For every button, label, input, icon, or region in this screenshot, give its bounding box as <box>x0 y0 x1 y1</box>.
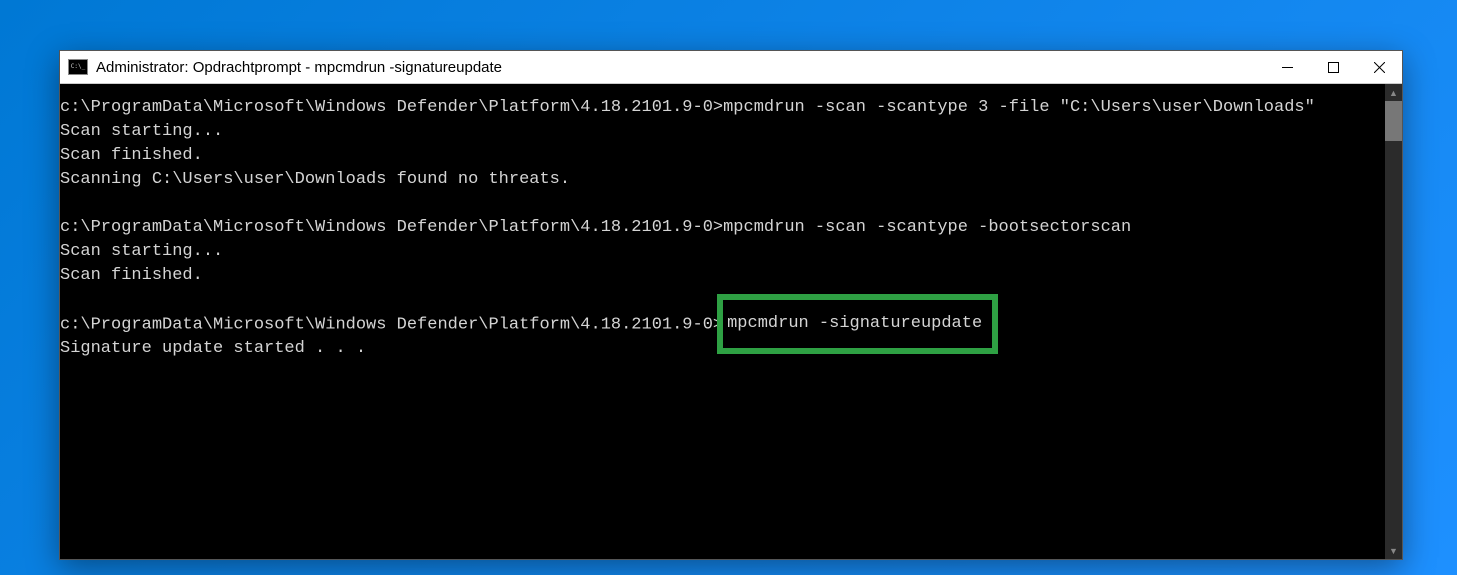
scrollbar-up-arrow-icon[interactable]: ▲ <box>1385 84 1402 101</box>
output-line: Scanning C:\Users\user\Downloads found n… <box>60 168 1385 192</box>
window-title: Administrator: Opdrachtprompt - mpcmdrun… <box>96 59 1264 76</box>
output-line: Scan finished. <box>60 264 1385 288</box>
console-output[interactable]: c:\ProgramData\Microsoft\Windows Defende… <box>60 84 1385 559</box>
prompt-path: c:\ProgramData\Microsoft\Windows Defende… <box>60 218 723 237</box>
scrollbar-thumb[interactable] <box>1385 101 1402 141</box>
window-controls <box>1264 51 1402 83</box>
output-line: Scan starting... <box>60 120 1385 144</box>
close-button[interactable] <box>1356 51 1402 83</box>
highlighted-command-box: mpcmdrun -signatureupdate <box>717 294 998 354</box>
minimize-button[interactable] <box>1264 51 1310 83</box>
cmd-icon <box>68 59 88 75</box>
command-text: mpcmdrun -scan -scantype -bootsectorscan <box>723 218 1131 237</box>
console-body: c:\ProgramData\Microsoft\Windows Defende… <box>60 84 1402 559</box>
output-line: Scan finished. <box>60 144 1385 168</box>
prompt-path: c:\ProgramData\Microsoft\Windows Defende… <box>60 98 723 117</box>
scrollbar-down-arrow-icon[interactable]: ▼ <box>1385 542 1402 559</box>
output-line: Scan starting... <box>60 240 1385 264</box>
command-text: mpcmdrun -signatureupdate <box>727 314 982 333</box>
maximize-button[interactable] <box>1310 51 1356 83</box>
prompt-path: c:\ProgramData\Microsoft\Windows Defende… <box>60 315 723 334</box>
command-prompt-window: Administrator: Opdrachtprompt - mpcmdrun… <box>59 50 1403 560</box>
vertical-scrollbar[interactable]: ▲ ▼ <box>1385 84 1402 559</box>
command-text: mpcmdrun -scan -scantype 3 -file "C:\Use… <box>723 98 1315 117</box>
titlebar[interactable]: Administrator: Opdrachtprompt - mpcmdrun… <box>60 51 1402 84</box>
